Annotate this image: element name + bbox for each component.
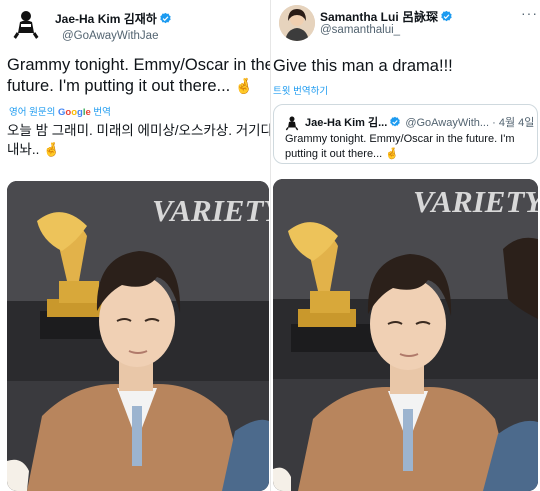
verified-badge-icon	[389, 116, 402, 129]
author-name[interactable]: Samantha Lui 呂詠琛	[320, 8, 453, 25]
quoted-tweet[interactable]: Jae-Ha Kim 김... @GoAwayWith... · 4월 4일 G…	[273, 104, 538, 164]
tweet-text-line-2: future. I'm putting it out there... 🤞	[7, 77, 254, 95]
translated-text: 오늘 밤 그래미. 미래의 에미상/오스카상. 거기다 내놔.. 🤞	[7, 121, 272, 159]
quoted-text: Grammy tonight. Emmy/Oscar in the future…	[285, 132, 535, 162]
quoted-author-handle: @GoAwayWith...	[405, 117, 490, 129]
author-handle[interactable]: @GoAwayWithJae	[62, 30, 158, 42]
variety-watermark: VARIETY	[152, 193, 269, 228]
crossed-fingers-emoji: 🤞	[385, 148, 399, 160]
tweet-photo[interactable]: VARIETY	[273, 179, 538, 491]
quoted-text-line-2: putting it out there... 🤞	[285, 148, 399, 160]
verified-badge-icon	[440, 10, 453, 23]
tweet-photo[interactable]: VARIETY	[7, 181, 269, 491]
translate-tweet-link[interactable]: 트윗 번역하기	[273, 83, 328, 97]
quoted-author-name: Jae-Ha Kim 김...	[305, 117, 388, 129]
right-tweet: Samantha Lui 呂詠琛 @samanthalui_ ··· Give …	[270, 0, 540, 491]
crossed-fingers-emoji: 🤞	[43, 142, 60, 157]
translated-text-line-2: 내놔.. 🤞	[7, 142, 60, 157]
tweet-text: Grammy tonight. Emmy/Oscar in the future…	[7, 55, 272, 97]
author-name-text[interactable]: Samantha Lui 呂詠琛	[320, 10, 438, 24]
author-handle[interactable]: @samanthalui_	[320, 24, 400, 36]
variety-watermark: VARIETY	[413, 184, 538, 219]
author-avatar[interactable]	[8, 6, 44, 42]
translated-text-line-1: 오늘 밤 그래미. 미래의 에미상/오스카상. 거기다	[7, 123, 272, 138]
more-options-icon[interactable]: ···	[521, 5, 538, 21]
quoted-author-line: Jae-Ha Kim 김... @GoAwayWith... · 4월 4일	[305, 114, 534, 130]
quoted-author-avatar	[283, 114, 301, 132]
tweet-text-line-1: Grammy tonight. Emmy/Oscar in the	[7, 56, 272, 74]
quoted-date: · 4월 4일	[492, 117, 535, 129]
author-name[interactable]: Jae-Ha Kim 김재하	[55, 10, 172, 27]
crossed-fingers-emoji: 🤞	[234, 78, 254, 95]
verified-badge-icon	[159, 12, 172, 25]
quoted-text-line-1: Grammy tonight. Emmy/Oscar in the future…	[285, 133, 515, 145]
tweet-text: Give this man a drama!!!	[273, 57, 453, 75]
author-avatar[interactable]	[279, 5, 315, 41]
left-tweet: Jae-Ha Kim 김재하 @GoAwayWithJae Grammy ton…	[0, 0, 272, 491]
author-name-text[interactable]: Jae-Ha Kim 김재하	[55, 12, 157, 26]
translation-attribution[interactable]: 영어 원문의 Google 번역	[9, 104, 111, 118]
